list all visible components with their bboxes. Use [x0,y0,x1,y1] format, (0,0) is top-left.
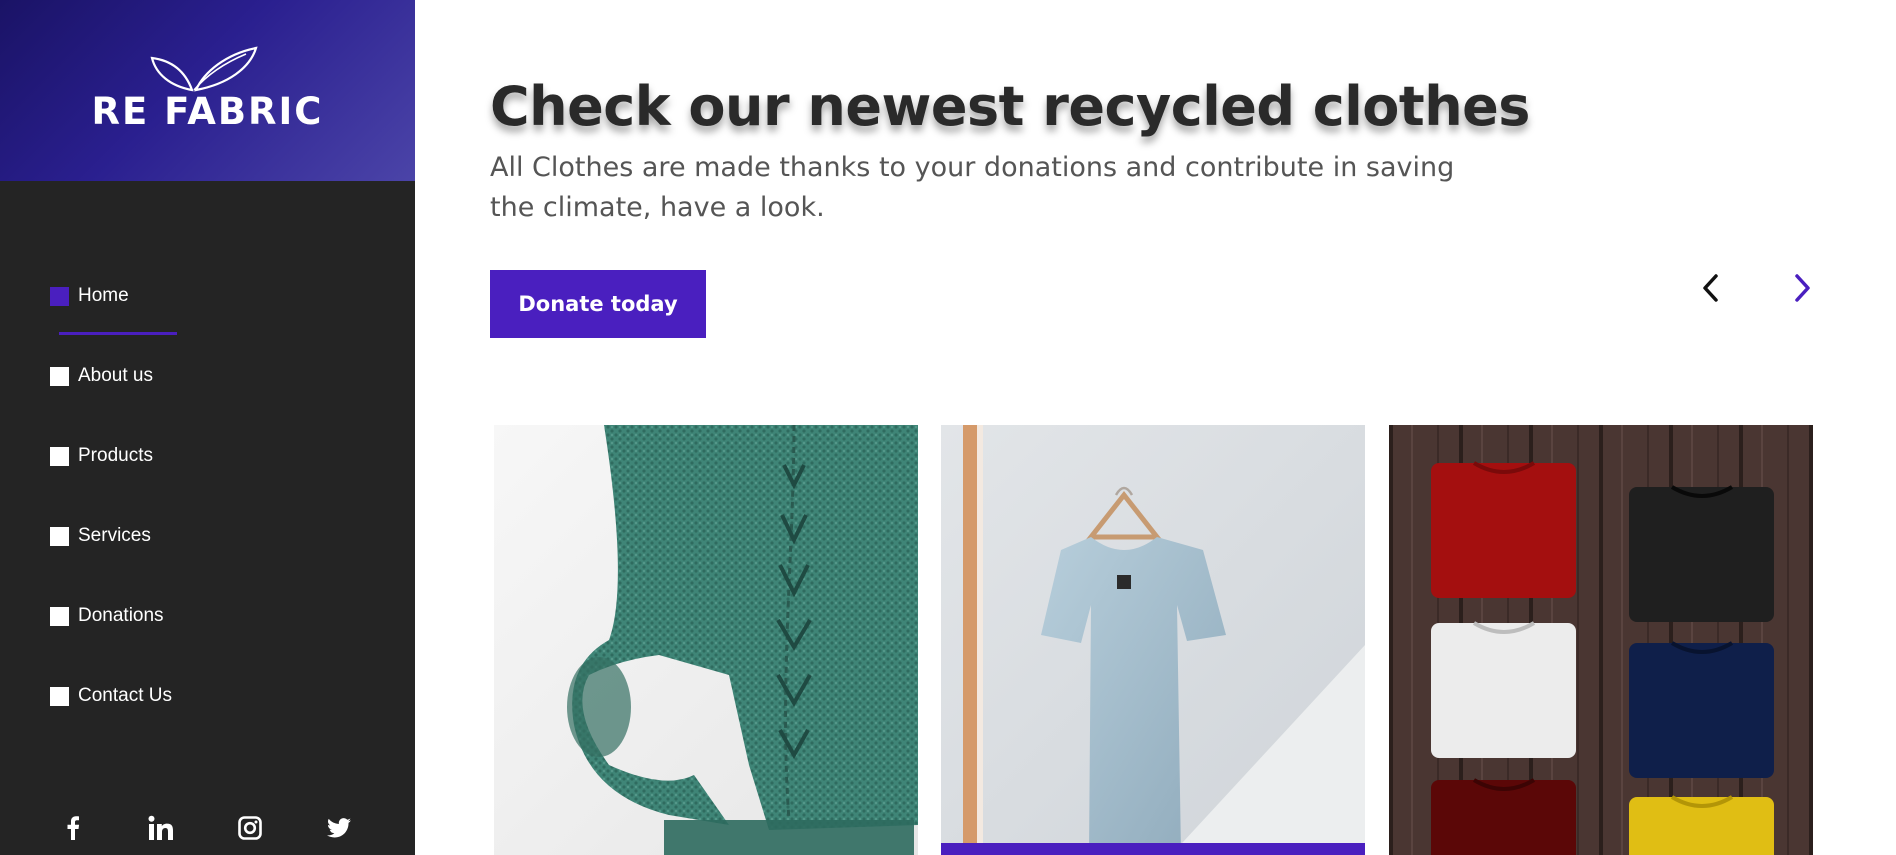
nav-item-donations[interactable]: Donations [50,596,164,636]
linkedin-icon[interactable] [145,812,177,844]
instagram-icon[interactable] [234,812,266,844]
page-title: Check our newest recycled clothes [490,75,1530,138]
sidebar: RE FABRIC Home About us Products Service… [0,0,415,855]
nav-item-label: Home [78,285,129,306]
nav-item-products[interactable]: Products [50,436,153,476]
nav-item-about-us[interactable]: About us [50,356,153,396]
main-content: Check our newest recycled clothes All Cl… [415,0,1896,855]
facebook-icon[interactable] [57,812,89,844]
product-card-green-sweater[interactable] [494,425,918,855]
product-card-folded-tshirts[interactable] [1389,425,1813,855]
chevron-left-icon[interactable] [1692,270,1728,306]
brand-name: RE FABRIC [91,90,324,133]
nav-item-label: Contact Us [78,685,172,706]
nav-checkbox-icon [50,526,69,546]
green-knit-sweater-photo [494,425,918,855]
chevron-right-icon[interactable] [1785,270,1821,306]
donate-button[interactable]: Donate today [490,270,706,338]
nav-item-label: About us [78,365,153,386]
social-links [0,812,415,844]
nav-checkbox-icon [50,606,69,626]
folded-colored-tshirts-photo [1389,425,1813,855]
active-nav-underline [59,332,177,335]
brand-header[interactable]: RE FABRIC [0,0,415,181]
nav-checkbox-icon [50,686,69,706]
blue-tshirt-on-hanger-photo [941,425,1365,855]
nav-checkbox-icon [50,446,69,466]
nav-item-label: Services [78,525,151,546]
nav-item-home[interactable]: Home [50,276,129,316]
nav-item-label: Donations [78,605,164,626]
twitter-icon[interactable] [323,812,355,844]
product-card-blue-tshirt[interactable] [941,425,1365,855]
nav-item-label: Products [78,445,153,466]
nav-checkbox-icon [50,286,69,306]
card-highlight-bar [941,843,1365,855]
nav-item-services[interactable]: Services [50,516,151,556]
nav-item-contact-us[interactable]: Contact Us [50,676,172,716]
nav-checkbox-icon [50,366,69,386]
page-subtitle: All Clothes are made thanks to your dona… [490,152,1455,223]
leaf-logo-icon [150,46,258,92]
